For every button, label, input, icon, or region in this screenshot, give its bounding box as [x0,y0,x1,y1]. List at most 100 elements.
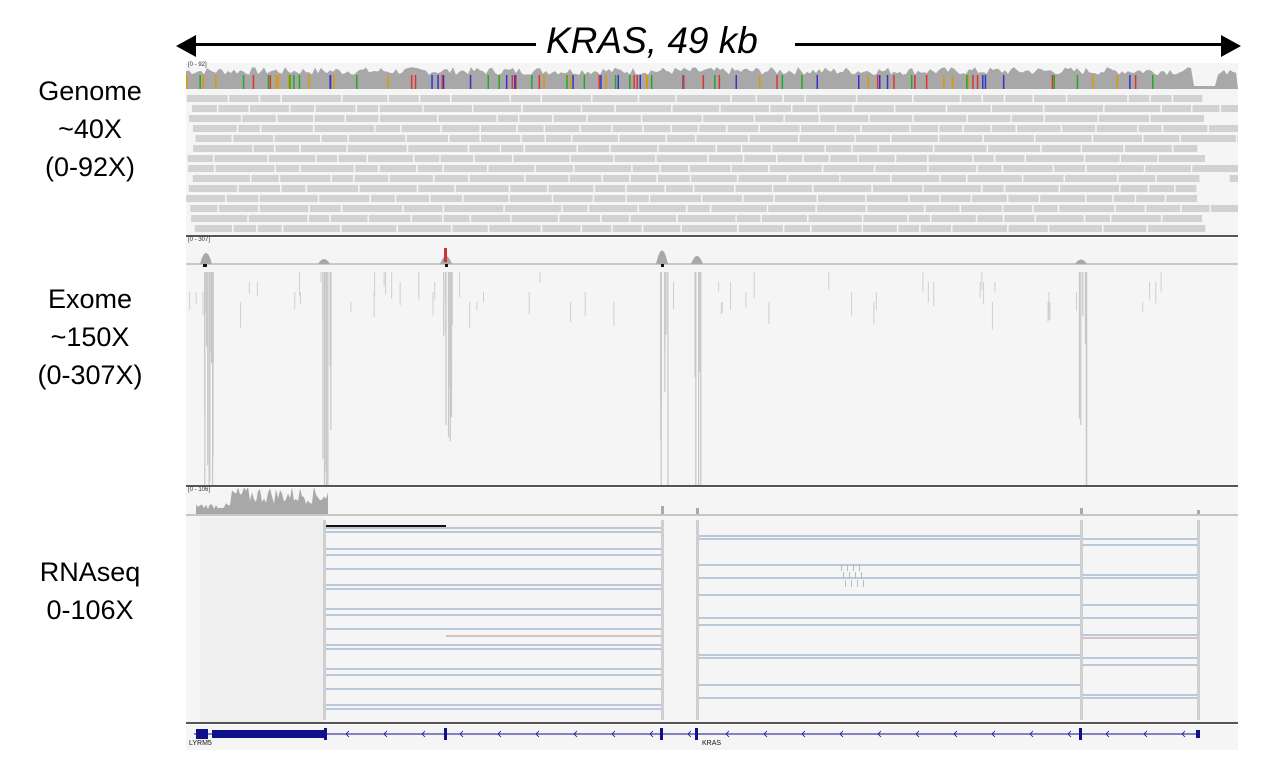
variant-mark [441,75,443,89]
read [290,105,315,112]
track-label-exome: Exome ~150X (0-307X) [0,280,180,394]
read [639,205,686,212]
variant-mark [1051,75,1054,89]
read [1054,165,1086,172]
read [666,185,693,192]
read [967,115,1011,122]
read [570,302,572,322]
read [350,302,352,313]
read [581,125,611,132]
read [233,225,257,232]
read [703,115,754,122]
read [603,175,630,182]
read [761,215,807,222]
read [497,115,518,122]
read [845,580,846,587]
read [248,282,250,294]
read [612,125,643,132]
read [574,165,632,172]
read [1156,175,1200,182]
read [398,225,451,232]
read [731,165,769,172]
read [1149,185,1175,192]
read [414,155,440,162]
read [195,135,232,142]
variant-mark [781,75,784,89]
variant-mark [583,75,586,89]
arrow-left-icon [176,35,196,57]
coverage-peak [656,250,668,264]
read [711,205,767,212]
read [1136,195,1165,202]
read [268,155,316,162]
rnaseq-panel: [0 - 106] [186,487,1238,722]
read [510,95,541,102]
read [209,272,211,353]
read [961,205,1002,212]
gene-label-lyrm5: LYRM5 [189,740,212,747]
read [418,185,455,192]
genome-track-graphic [186,67,1238,232]
read [582,105,615,112]
read [908,215,930,222]
read [777,155,803,162]
variant-mark [414,75,417,89]
read [322,272,324,319]
exon [324,728,327,740]
variant-mark [572,75,574,89]
exon-marker [661,264,664,267]
track-divider [186,722,1238,724]
read [841,564,842,571]
read [346,115,379,122]
read [488,165,535,172]
read [517,125,544,132]
read [735,185,772,192]
read [210,272,213,363]
read [861,572,862,579]
read [314,125,375,132]
read [359,185,417,192]
coverage-peak [318,259,330,264]
read [873,302,875,325]
read [1004,215,1035,222]
variant-mark [966,75,968,89]
read [595,185,626,192]
variant-mark [242,75,245,89]
read [469,145,500,152]
read [242,115,276,122]
read [699,125,726,132]
read [559,215,601,222]
exome-track-graphic [186,248,1238,485]
read [632,165,660,172]
read [1150,95,1172,102]
exon-marker [445,264,448,267]
exon-marker [203,264,207,267]
read [483,292,484,303]
read [913,115,967,122]
variant-mark [598,75,600,89]
read [983,135,1034,142]
coverage-area [196,488,328,514]
read [753,272,755,298]
read [928,165,977,172]
read [1023,175,1064,182]
read [1080,272,1082,425]
read [187,155,213,162]
read [578,145,610,152]
read [281,95,341,102]
read [673,282,674,309]
read [823,165,874,172]
read [727,125,759,132]
read [933,282,935,306]
read [855,135,890,142]
variant-mark [633,75,635,89]
read [952,225,1008,232]
read [307,185,359,192]
read [977,165,1002,172]
read [469,175,525,182]
read [325,272,327,298]
read [851,580,852,587]
track-label-line: Genome [38,76,142,106]
variant-mark [329,75,332,89]
read [972,195,1007,202]
